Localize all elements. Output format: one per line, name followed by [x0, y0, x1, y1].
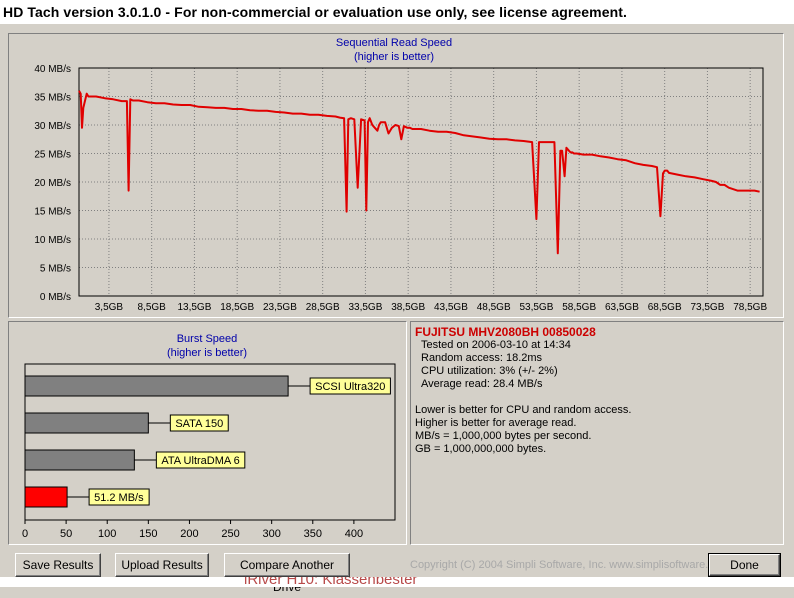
seq-x-tick-label: 28,5GB	[306, 302, 340, 313]
seq-y-tick-label: 15 MB/s	[34, 207, 71, 218]
seq-x-tick-label: 73,5GB	[690, 302, 724, 313]
cpu-utilization-text: CPU utilization: 3% (+/- 2%)	[421, 365, 558, 377]
seq-y-tick-label: 35 MB/s	[34, 93, 71, 104]
burst-speed-chart: Burst Speed (higher is better) SCSI Ultr…	[22, 333, 396, 540]
seq-y-tick-label: 30 MB/s	[34, 121, 71, 132]
burst-chart-subtitle: (higher is better)	[167, 347, 247, 359]
burst-x-tick-label: 400	[345, 528, 363, 540]
seq-y-tick-label: 20 MB/s	[34, 178, 71, 189]
burst-x-tick-label: 100	[98, 528, 116, 540]
seq-y-tick-label: 40 MB/s	[34, 64, 71, 75]
background-window-text: iRiver H10: Klassenbester	[244, 577, 418, 587]
seq-x-tick-label: 63,5GB	[605, 302, 639, 313]
random-access-text: Random access: 18.2ms	[421, 352, 543, 364]
seq-y-tick-label: 25 MB/s	[34, 150, 71, 161]
drive-info-panel: FUJITSU MHV2080BH 00850028 Tested on 200…	[410, 321, 784, 545]
burst-bar-label: SATA 150	[175, 418, 223, 430]
burst-x-tick-label: 0	[22, 528, 28, 540]
burst-bar	[24, 412, 149, 434]
seq-x-tick-label: 68,5GB	[648, 302, 682, 313]
seq-y-tick-label: 10 MB/s	[34, 235, 71, 246]
save-results-button[interactable]: Save Results	[15, 553, 101, 577]
seq-x-tick-label: 3,5GB	[95, 302, 124, 313]
seq-x-tick-label: 58,5GB	[562, 302, 596, 313]
sequential-read-panel: Sequential Read Speed (higher is better)…	[8, 33, 784, 318]
seq-x-tick-label: 43,5GB	[434, 302, 468, 313]
burst-bar	[24, 486, 68, 508]
upload-results-button[interactable]: Upload Results	[115, 553, 209, 577]
seq-x-tick-label: 8,5GB	[137, 302, 166, 313]
seq-x-tick-label: 48,5GB	[477, 302, 511, 313]
burst-bar-label: SCSI Ultra320	[315, 381, 385, 393]
seq-chart-title: Sequential Read Speed	[336, 37, 452, 49]
burst-x-tick-label: 300	[262, 528, 280, 540]
seq-y-tick-label: 5 MB/s	[40, 264, 71, 275]
drive-model: FUJITSU MHV2080BH 00850028	[415, 325, 596, 339]
window-title: HD Tach version 3.0.1.0 - For non-commer…	[0, 0, 794, 24]
burst-speed-panel: Burst Speed (higher is better) SCSI Ultr…	[8, 321, 407, 545]
seq-x-tick-label: 53,5GB	[519, 302, 553, 313]
burst-x-tick-label: 200	[180, 528, 198, 540]
seq-read-line	[78, 90, 760, 255]
copyright-text: Copyright (C) 2004 Simpli Software, Inc.…	[410, 559, 730, 571]
seq-x-tick-label: 18,5GB	[220, 302, 254, 313]
note-line: GB = 1,000,000,000 bytes.	[415, 443, 547, 455]
seq-x-tick-label: 38,5GB	[391, 302, 425, 313]
seq-x-tick-label: 78,5GB	[733, 302, 767, 313]
burst-chart-title: Burst Speed	[177, 333, 238, 345]
burst-bar-label: ATA UltraDMA 6	[161, 455, 239, 467]
seq-x-tick-label: 13,5GB	[177, 302, 211, 313]
background-window-strip: iRiver H10: Klassenbester	[0, 577, 794, 587]
burst-x-tick-label: 250	[221, 528, 239, 540]
burst-bar	[24, 449, 135, 471]
seq-x-tick-label: 33,5GB	[348, 302, 382, 313]
burst-x-tick-label: 50	[60, 528, 72, 540]
note-line: Lower is better for CPU and random acces…	[415, 404, 632, 416]
burst-bar-label: 51.2 MB/s	[94, 492, 144, 504]
seq-x-tick-label: 23,5GB	[263, 302, 297, 313]
seq-chart-subtitle: (higher is better)	[354, 51, 434, 63]
burst-x-tick-label: 150	[139, 528, 157, 540]
note-line: MB/s = 1,000,000 bytes per second.	[415, 430, 592, 442]
burst-x-tick-label: 350	[304, 528, 322, 540]
sequential-read-chart: Sequential Read Speed (higher is better)…	[34, 37, 767, 313]
done-button[interactable]: Done	[708, 553, 781, 577]
burst-bar	[24, 375, 289, 397]
seq-y-tick-label: 0 MB/s	[40, 292, 71, 303]
average-read-text: Average read: 28.4 MB/s	[421, 378, 543, 390]
compare-another-drive-button[interactable]: Compare Another Drive	[224, 553, 350, 594]
tested-on-text: Tested on 2006-03-10 at 14:34	[421, 339, 571, 351]
note-line: Higher is better for average read.	[415, 417, 577, 429]
